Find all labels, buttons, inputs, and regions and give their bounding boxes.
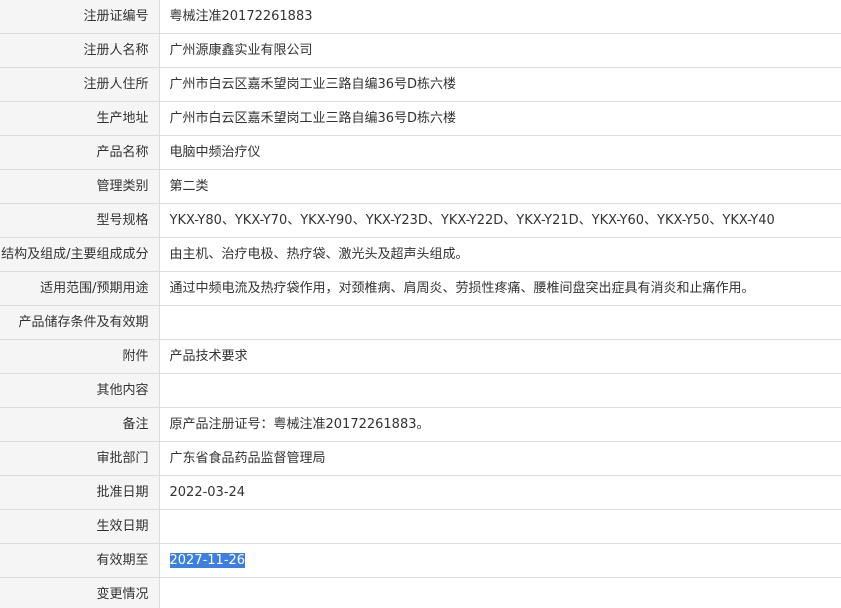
row-value-storage-validity bbox=[159, 305, 841, 340]
row-value-valid-until[interactable]: 2027-11-26 bbox=[159, 543, 841, 578]
selected-text-valid-until[interactable]: 2027-11-26 bbox=[169, 553, 246, 568]
row-label-storage-validity: 产品储存条件及有效期 bbox=[0, 305, 160, 340]
table-row: 结构及组成/主要组成成分 由主机、治疗电极、热疗袋、激光头及超声头组成。 bbox=[0, 237, 841, 272]
table-row: 产品名称 电脑中频治疗仪 bbox=[0, 135, 841, 170]
row-label-valid-until: 有效期至 bbox=[0, 543, 160, 578]
row-label-change-history: 变更情况 bbox=[0, 577, 160, 608]
table-row: 注册证编号 粤械注准20172261883 bbox=[0, 0, 841, 34]
row-label-model-spec: 型号规格 bbox=[0, 203, 160, 238]
row-label-attachment: 附件 bbox=[0, 339, 160, 374]
row-label-registration-number: 注册证编号 bbox=[0, 0, 160, 34]
row-label-registrant-address: 注册人住所 bbox=[0, 67, 160, 102]
table-row: 有效期至 2027-11-26 bbox=[0, 543, 841, 578]
row-value-registration-number: 粤械注准20172261883 bbox=[159, 0, 841, 34]
row-label-approval-department: 审批部门 bbox=[0, 441, 160, 476]
row-value-effective-date bbox=[159, 509, 841, 544]
row-value-approval-department: 广东省食品药品监督管理局 bbox=[159, 441, 841, 476]
table-row: 产品储存条件及有效期 bbox=[0, 305, 841, 340]
table-row: 生效日期 bbox=[0, 509, 841, 544]
table-row: 注册人名称 广州源康鑫实业有限公司 bbox=[0, 33, 841, 68]
registration-info-table: 注册证编号 粤械注准20172261883 注册人名称 广州源康鑫实业有限公司 … bbox=[0, 0, 841, 608]
row-value-approval-date: 2022-03-24 bbox=[159, 475, 841, 510]
row-value-remarks: 原产品注册证号：粤械注准20172261883。 bbox=[159, 407, 841, 442]
row-label-management-category: 管理类别 bbox=[0, 169, 160, 204]
table-row: 审批部门 广东省食品药品监督管理局 bbox=[0, 441, 841, 476]
registration-detail-page: 注册证编号 粤械注准20172261883 注册人名称 广州源康鑫实业有限公司 … bbox=[0, 0, 841, 608]
table-row: 其他内容 bbox=[0, 373, 841, 408]
row-label-intended-use: 适用范围/预期用途 bbox=[0, 271, 160, 306]
table-row: 适用范围/预期用途 通过中频电流及热疗袋作用，对颈椎病、肩周炎、劳损性疼痛、腰椎… bbox=[0, 271, 841, 306]
row-value-change-history bbox=[159, 577, 841, 608]
row-label-remarks: 备注 bbox=[0, 407, 160, 442]
row-value-structure-composition: 由主机、治疗电极、热疗袋、激光头及超声头组成。 bbox=[159, 237, 841, 272]
row-value-registrant-name: 广州源康鑫实业有限公司 bbox=[159, 33, 841, 68]
row-label-structure-composition: 结构及组成/主要组成成分 bbox=[0, 237, 160, 272]
row-label-production-address: 生产地址 bbox=[0, 101, 160, 136]
row-label-registrant-name: 注册人名称 bbox=[0, 33, 160, 68]
table-row: 注册人住所 广州市白云区嘉禾望岗工业三路自编36号D栋六楼 bbox=[0, 67, 841, 102]
row-value-product-name: 电脑中频治疗仪 bbox=[159, 135, 841, 170]
row-value-production-address: 广州市白云区嘉禾望岗工业三路自编36号D栋六楼 bbox=[159, 101, 841, 136]
table-row: 变更情况 bbox=[0, 577, 841, 608]
row-label-product-name: 产品名称 bbox=[0, 135, 160, 170]
row-value-attachment: 产品技术要求 bbox=[159, 339, 841, 374]
table-row: 管理类别 第二类 bbox=[0, 169, 841, 204]
table-row: 批准日期 2022-03-24 bbox=[0, 475, 841, 510]
row-label-approval-date: 批准日期 bbox=[0, 475, 160, 510]
row-label-other-content: 其他内容 bbox=[0, 373, 160, 408]
row-label-effective-date: 生效日期 bbox=[0, 509, 160, 544]
table-row: 生产地址 广州市白云区嘉禾望岗工业三路自编36号D栋六楼 bbox=[0, 101, 841, 136]
table-row: 备注 原产品注册证号：粤械注准20172261883。 bbox=[0, 407, 841, 442]
row-value-management-category: 第二类 bbox=[159, 169, 841, 204]
row-value-intended-use: 通过中频电流及热疗袋作用，对颈椎病、肩周炎、劳损性疼痛、腰椎间盘突出症具有消炎和… bbox=[159, 271, 841, 306]
table-row: 型号规格 YKX-Y80、YKX-Y70、YKX-Y90、YKX-Y23D、YK… bbox=[0, 203, 841, 238]
table-row: 附件 产品技术要求 bbox=[0, 339, 841, 374]
row-value-model-spec: YKX-Y80、YKX-Y70、YKX-Y90、YKX-Y23D、YKX-Y22… bbox=[159, 203, 841, 238]
row-value-registrant-address: 广州市白云区嘉禾望岗工业三路自编36号D栋六楼 bbox=[159, 67, 841, 102]
row-value-other-content bbox=[159, 373, 841, 408]
